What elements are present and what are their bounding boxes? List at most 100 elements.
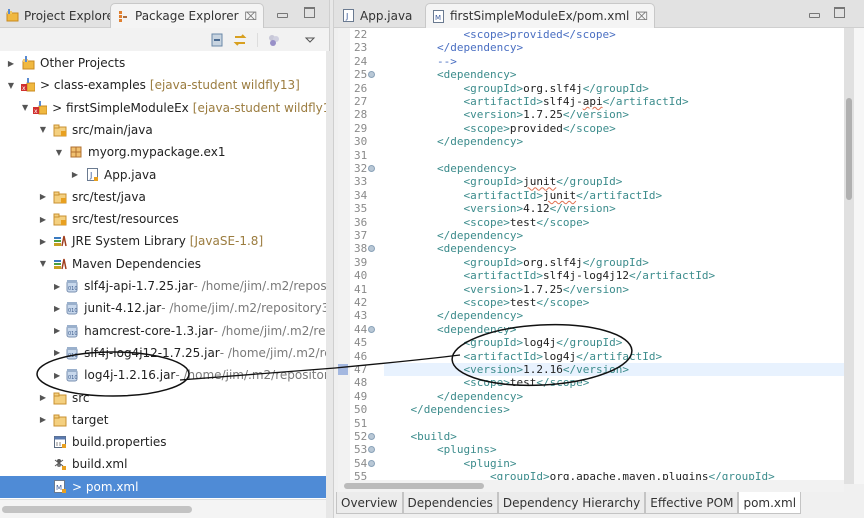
xml-text: org.slf4j bbox=[523, 81, 583, 95]
collapse-all-icon[interactable] bbox=[210, 33, 224, 47]
xml-tag: <version> bbox=[384, 202, 524, 216]
maximize-button[interactable] bbox=[304, 7, 315, 21]
tree-item[interactable]: ▶ 010 hamcrest-core-1.3.jar - /home/jim/.m… bbox=[0, 320, 326, 342]
tab-pom-xml[interactable]: M firstSimpleModuleEx/pom.xml ⌧ bbox=[425, 3, 656, 28]
tree-item[interactable]: ▶ 010 log4j-1.2.16.jar - /home/jim/.m2/rep… bbox=[0, 364, 326, 386]
chevron-right-icon[interactable]: ▶ bbox=[54, 371, 60, 380]
line-number: 30 bbox=[354, 135, 368, 149]
code-line: <groupId>org.slf4j</groupId> bbox=[384, 256, 648, 269]
chevron-down-icon[interactable]: ▼ bbox=[6, 81, 16, 90]
library-icon bbox=[53, 257, 67, 271]
xml-tag: <groupId> bbox=[384, 81, 524, 95]
view-menu-icon[interactable] bbox=[303, 33, 317, 47]
tree-item[interactable]: ▶ 010 junit-4.12.jar - /home/jim/.m2/repos… bbox=[0, 297, 326, 319]
svg-text:x: x bbox=[34, 108, 38, 115]
xml-source-editor[interactable]: 22 <scope>provided</scope> 23 </dependenc… bbox=[338, 28, 844, 484]
tree-item-label: junit-4.12.jar bbox=[84, 301, 162, 316]
chevron-right-icon[interactable]: ▶ bbox=[54, 326, 60, 335]
chevron-right-icon[interactable]: ▶ bbox=[70, 170, 80, 179]
line-number: 50 bbox=[354, 403, 368, 417]
chevron-down-icon[interactable]: ▼ bbox=[54, 148, 64, 157]
page-tab-effective-pom[interactable]: Effective POM bbox=[645, 492, 739, 514]
code-line: <artifactId>slf4j-log4j12</artifactId> bbox=[384, 269, 715, 282]
tab-app-java[interactable]: J App.java bbox=[336, 3, 418, 28]
chevron-down-icon[interactable]: ▼ bbox=[22, 103, 28, 112]
tree-item[interactable]: ▶ JRE System Library [JavaSE-1.8] bbox=[0, 230, 326, 252]
xml-text: slf4j-log4j12 bbox=[542, 269, 630, 283]
tree-item[interactable]: build.properties bbox=[0, 431, 326, 453]
close-icon[interactable]: ⌧ bbox=[245, 10, 258, 23]
tab-project-explorer[interactable]: Project Explorer bbox=[0, 3, 125, 28]
tree-item[interactable]: M > pom.xml bbox=[0, 475, 326, 498]
tree-item[interactable]: ▶ J App.java bbox=[0, 164, 326, 186]
tree-item[interactable]: ▼ x > class-examples [ejava-student wildfly… bbox=[0, 74, 326, 96]
tree-item[interactable]: ▶ 010 slf4j-api-1.7.25.jar - /home/jim/.m2… bbox=[0, 275, 326, 297]
toolbar-separator bbox=[257, 33, 258, 47]
page-tab-dependency-hierarchy[interactable]: Dependency Hierarchy bbox=[497, 492, 646, 514]
scrollbar-thumb[interactable] bbox=[846, 98, 852, 200]
chevron-down-icon[interactable]: ▼ bbox=[38, 259, 48, 268]
fold-collapse-icon[interactable] bbox=[368, 165, 375, 172]
tree-item[interactable]: ▶ 010 slf4j-log4j12-1.7.25.jar - /home/jim… bbox=[0, 342, 326, 364]
eclipse-window: Project Explorer Package Explorer ⌧ ▶ Ot… bbox=[0, 0, 864, 518]
tree-item[interactable]: ▼ myorg.mypackage.ex1 bbox=[0, 141, 326, 163]
page-tab-pom-xml[interactable]: pom.xml bbox=[738, 492, 802, 514]
view-tab-bar: Project Explorer Package Explorer ⌧ bbox=[0, 0, 329, 28]
tree-item[interactable]: ▶ src bbox=[0, 387, 326, 409]
fold-collapse-icon[interactable] bbox=[368, 325, 375, 333]
editor-vertical-scrollbar[interactable] bbox=[844, 28, 854, 484]
code-line: <artifactId>log4j</artifactId> bbox=[384, 350, 662, 363]
tree-item[interactable]: ▶ Other Projects bbox=[0, 52, 326, 74]
close-icon[interactable]: ⌧ bbox=[635, 10, 648, 23]
editor-maximize-button[interactable] bbox=[834, 7, 845, 21]
maven-project-icon: x bbox=[33, 100, 48, 115]
xml-tag: </groupId> bbox=[556, 336, 623, 350]
chevron-right-icon[interactable]: ▶ bbox=[38, 393, 48, 402]
tab-package-explorer[interactable]: Package Explorer ⌧ bbox=[110, 3, 265, 28]
xml-tag: <groupId> bbox=[384, 336, 524, 350]
link-with-editor-icon[interactable] bbox=[233, 33, 247, 47]
tree-item[interactable]: ▶ src/test/resources bbox=[0, 208, 326, 230]
xml-tag: <version> bbox=[384, 282, 524, 296]
xml-tag: <dependency> bbox=[384, 322, 517, 336]
chevron-right-icon[interactable]: ▶ bbox=[38, 192, 48, 201]
tree-item[interactable]: ▼ Maven Dependencies bbox=[0, 253, 326, 275]
chevron-down-icon[interactable]: ▼ bbox=[38, 125, 48, 134]
fold-collapse-icon[interactable] bbox=[368, 433, 375, 440]
code-line: <version>1.7.25</version> bbox=[384, 108, 629, 121]
fold-collapse-icon[interactable] bbox=[368, 459, 375, 467]
chevron-right-icon[interactable]: ▶ bbox=[54, 304, 60, 313]
tree-item[interactable]: ▼ src/main/java bbox=[0, 119, 326, 141]
svg-text:J: J bbox=[345, 12, 348, 21]
chevron-right-icon[interactable]: ▶ bbox=[6, 59, 16, 68]
tree-item[interactable]: ▶ src/test/java bbox=[0, 186, 326, 208]
chevron-right-icon[interactable]: ▶ bbox=[54, 282, 60, 291]
line-number: 36 bbox=[354, 215, 368, 229]
tree-item-decoration: [JavaSE-1.8] bbox=[189, 234, 264, 249]
xml-tag: </version> bbox=[562, 282, 630, 296]
tree-item[interactable]: ▼ x > firstSimpleModuleEx [ejava-student wi… bbox=[0, 97, 326, 119]
code-line: <dependency> bbox=[384, 323, 516, 336]
xml-tag: <dependency> bbox=[384, 162, 517, 175]
scrollbar-thumb[interactable] bbox=[2, 506, 192, 513]
tree-item[interactable]: ▶ target bbox=[0, 409, 326, 431]
chevron-right-icon[interactable]: ▶ bbox=[38, 237, 48, 246]
editor-minimize-button[interactable] bbox=[809, 7, 820, 21]
tree-item[interactable]: build.xml bbox=[0, 453, 326, 475]
pom-file-icon: M bbox=[53, 479, 67, 494]
focus-on-workset-icon[interactable] bbox=[267, 33, 281, 47]
chevron-right-icon[interactable]: ▶ bbox=[54, 348, 60, 357]
line-number: 29 bbox=[354, 121, 368, 135]
code-line: </dependency> bbox=[384, 229, 523, 242]
editor-horizontal-scrollbar[interactable] bbox=[338, 480, 844, 492]
xml-tag: <scope> bbox=[384, 121, 510, 135]
page-tab-dependencies[interactable]: Dependencies bbox=[402, 492, 498, 514]
scrollbar-thumb[interactable] bbox=[344, 483, 484, 489]
tree-vertical-scrollbar[interactable] bbox=[326, 51, 330, 518]
page-tab-overview[interactable]: Overview bbox=[336, 492, 403, 514]
xml-tag: </groupId> bbox=[556, 175, 623, 189]
chevron-right-icon[interactable]: ▶ bbox=[38, 215, 48, 224]
minimize-button[interactable] bbox=[277, 7, 288, 21]
tree-horizontal-scrollbar[interactable] bbox=[0, 499, 326, 518]
chevron-right-icon[interactable]: ▶ bbox=[38, 415, 48, 424]
